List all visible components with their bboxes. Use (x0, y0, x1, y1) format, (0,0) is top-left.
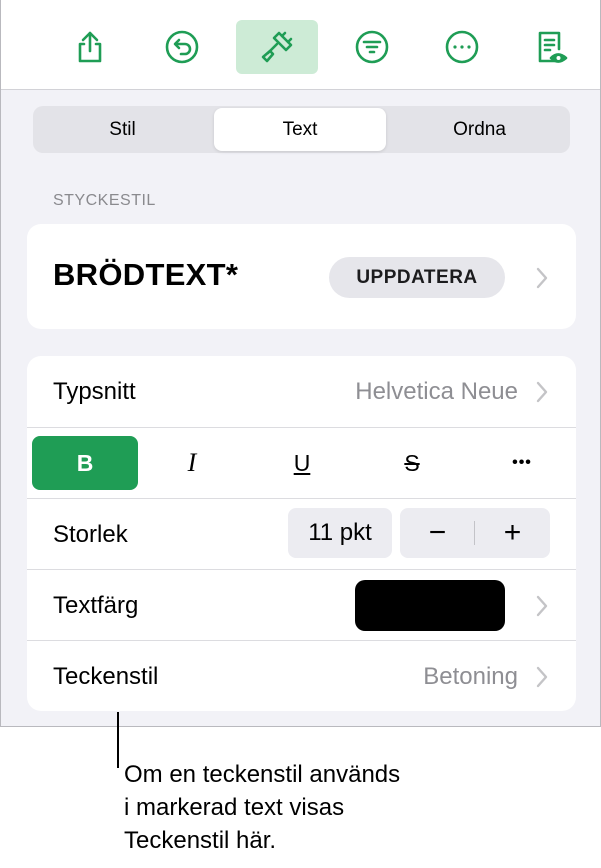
paragraph-style-name: BRÖDTEXT* (53, 257, 239, 292)
paintbrush-icon (261, 31, 293, 63)
undo-button[interactable] (141, 20, 223, 74)
bold-button[interactable]: B (32, 436, 138, 490)
font-size-stepper: − + (400, 508, 550, 558)
tab-segmented-control: Stil Text Ordna (33, 106, 570, 153)
chevron-right-icon (536, 267, 548, 289)
font-label: Typsnitt (53, 378, 136, 405)
text-format-card: Typsnitt Helvetica Neue B I U S ••• Stor… (27, 356, 576, 711)
increase-size-button[interactable]: + (475, 508, 550, 558)
tab-text[interactable]: Text (214, 108, 386, 151)
paragraph-style-row[interactable]: BRÖDTEXT* UPPDATERA (27, 224, 576, 329)
callout-text: Om en teckenstil används i markerad text… (124, 758, 544, 857)
section-label-paragraph-style: STYCKESTIL (53, 192, 156, 209)
italic-button[interactable]: I (137, 436, 247, 490)
font-size-field[interactable]: 11 pkt (288, 508, 392, 558)
character-style-row[interactable]: Teckenstil Betoning (27, 641, 576, 712)
chevron-right-icon (536, 595, 548, 617)
callout-line (117, 712, 119, 768)
share-icon (78, 31, 102, 63)
update-style-button[interactable]: UPPDATERA (329, 257, 505, 298)
share-button[interactable] (49, 20, 131, 74)
chevron-right-icon (536, 381, 548, 403)
callout-line-3: Teckenstil här. (124, 827, 277, 854)
font-value: Helvetica Neue (355, 378, 518, 405)
tab-stil[interactable]: Stil (35, 108, 210, 151)
undo-icon (165, 30, 199, 64)
chevron-right-icon (536, 666, 548, 688)
text-color-label: Textfärg (53, 592, 139, 619)
tab-ordna[interactable]: Ordna (391, 108, 568, 151)
format-paintbrush-button[interactable] (236, 20, 318, 74)
underline-button[interactable]: U (247, 436, 357, 490)
size-row: Storlek 11 pkt − + (27, 499, 576, 570)
character-style-value: Betoning (423, 663, 518, 690)
size-label: Storlek (53, 521, 128, 548)
strikethrough-button[interactable]: S (357, 436, 467, 490)
organize-icon (355, 30, 389, 64)
more-button[interactable] (421, 20, 503, 74)
text-color-swatch[interactable] (355, 580, 505, 631)
toolbar (1, 0, 600, 90)
more-text-options-button[interactable]: ••• (467, 436, 577, 490)
callout-line-1: Om en teckenstil används (124, 761, 401, 788)
reader-view-button[interactable] (510, 20, 592, 74)
callout-line-2: i markerad text visas (124, 794, 345, 821)
format-panel: Stil Text Ordna STYCKESTIL BRÖDTEXT* UPP… (0, 0, 601, 727)
font-row[interactable]: Typsnitt Helvetica Neue (27, 356, 576, 427)
more-icon (445, 30, 479, 64)
text-color-row[interactable]: Textfärg (27, 570, 576, 641)
decrease-size-button[interactable]: − (400, 508, 475, 558)
organize-button[interactable] (331, 20, 413, 74)
format-buttons-row: B I U S ••• (27, 428, 576, 499)
reader-view-icon (538, 31, 568, 63)
character-style-label: Teckenstil (53, 663, 159, 690)
